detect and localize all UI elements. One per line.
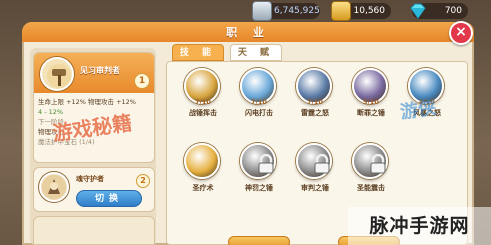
skill-slot[interactable]: 审判之锤 bbox=[288, 141, 342, 207]
skill-level: 7/10 bbox=[195, 98, 211, 106]
stat-line: 生命上限 +12% 物理攻击 +12% bbox=[38, 98, 136, 106]
locked-skill-icon bbox=[352, 143, 388, 179]
gold-counter: 10,560 bbox=[331, 1, 391, 21]
diamond-icon bbox=[408, 1, 428, 21]
lock-icon bbox=[314, 154, 330, 174]
gold-coin-icon bbox=[331, 1, 351, 21]
skill-slot[interactable]: 7/10 闪电打击 bbox=[232, 66, 286, 132]
title-bar: 职 业 bbox=[22, 22, 474, 42]
skill-slot[interactable]: 5/10 断罪之锤 bbox=[344, 66, 398, 132]
gem-amount: 700 bbox=[444, 6, 462, 16]
skill-icon bbox=[184, 143, 220, 179]
skill-slot[interactable]: 圣能震击 bbox=[344, 141, 398, 207]
lock-icon bbox=[258, 154, 274, 174]
class-name: 见习审判者 bbox=[80, 66, 120, 75]
skill-name: 神罚之锤 bbox=[245, 184, 273, 192]
site-brand-watermark: 脉冲手游网 bbox=[348, 207, 491, 245]
skill-slot[interactable]: 7/10 战锤挥击 bbox=[176, 66, 230, 132]
close-button[interactable]: × bbox=[449, 21, 473, 45]
class-card-header: 见习审判者 1 bbox=[34, 53, 154, 93]
tab-skills[interactable]: 技 能 bbox=[172, 44, 224, 61]
locked-skill-icon bbox=[296, 143, 332, 179]
class-level-badge: 2 bbox=[136, 174, 150, 188]
gold-amount: 10,560 bbox=[353, 6, 386, 16]
locked-skill-icon bbox=[240, 143, 276, 179]
skill-name: 圣能震击 bbox=[357, 184, 385, 192]
tab-talents[interactable]: 天 赋 bbox=[230, 44, 282, 61]
silver-amount: 6,745,925 bbox=[274, 6, 320, 16]
skill-name: 圣疗术 bbox=[192, 184, 214, 192]
class-card-next: 魂守护者 2 切换 bbox=[33, 167, 155, 212]
skill-slot[interactable]: 神罚之锤 bbox=[232, 141, 286, 207]
class-card-current[interactable]: 见习审判者 1 生命上限 +12% 物理攻击 +12% 4 - 12% 下一阶段… bbox=[33, 52, 155, 163]
skill-name: 闪电打击 bbox=[245, 109, 273, 117]
skill-level: 7/10 bbox=[251, 98, 267, 106]
hammer-icon bbox=[47, 64, 71, 88]
switch-class-button[interactable]: 切换 bbox=[76, 190, 142, 207]
knight-icon bbox=[42, 175, 66, 199]
class-card-third[interactable] bbox=[33, 216, 155, 245]
skill-level: 5/10 bbox=[363, 98, 379, 106]
silver-counter: 6,745,925 bbox=[252, 1, 320, 21]
skill-name: 战锤挥击 bbox=[189, 109, 217, 117]
class-avatar bbox=[39, 172, 69, 202]
bottom-button-left[interactable] bbox=[228, 236, 290, 245]
skill-slot[interactable]: 圣疗术 bbox=[176, 141, 230, 207]
class-avatar bbox=[40, 57, 74, 91]
lock-icon bbox=[370, 154, 386, 174]
class-name: 魂守护者 bbox=[76, 175, 104, 183]
silver-coin-icon bbox=[252, 1, 272, 21]
skill-slot[interactable]: 7/10 雷霆之怒 bbox=[288, 66, 342, 132]
skill-name: 审判之锤 bbox=[301, 184, 329, 192]
skill-level: 7/10 bbox=[307, 98, 323, 106]
gem-counter: 700 bbox=[410, 3, 468, 19]
window-title: 职 业 bbox=[226, 26, 270, 39]
skill-name: 断罪之锤 bbox=[357, 109, 385, 117]
class-level-badge: 1 bbox=[134, 73, 150, 89]
watermark: 游侠 bbox=[398, 97, 438, 124]
skill-name: 雷霆之怒 bbox=[301, 109, 329, 117]
